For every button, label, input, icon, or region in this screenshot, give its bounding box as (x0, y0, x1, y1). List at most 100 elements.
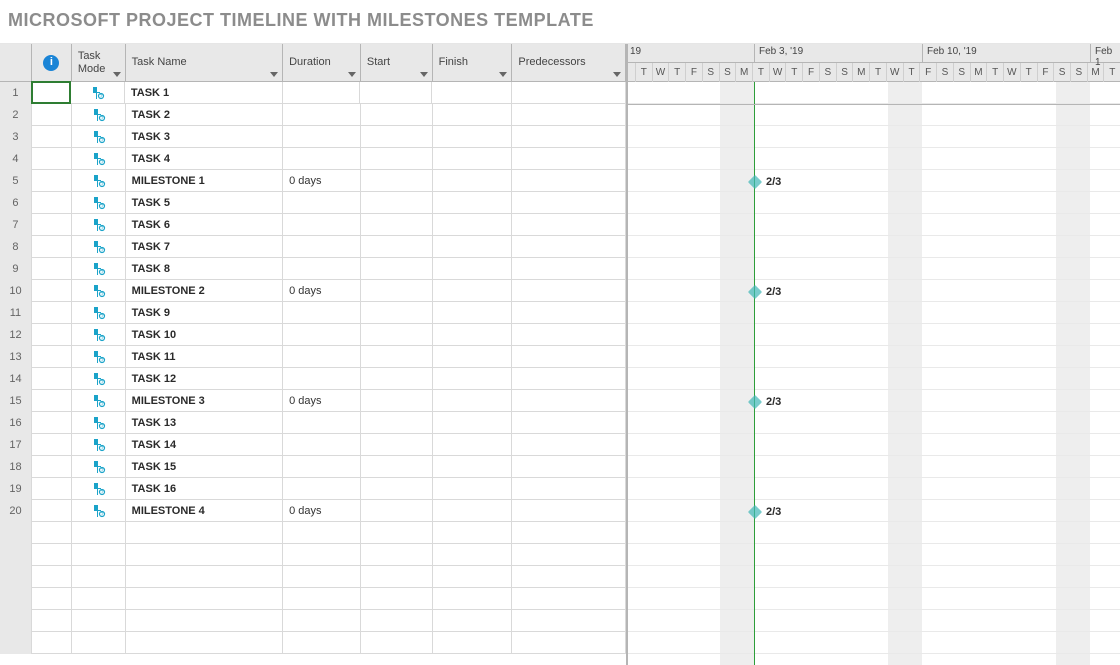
info-header[interactable]: i (32, 44, 72, 81)
start-cell[interactable] (361, 170, 433, 192)
finish-cell[interactable] (433, 478, 513, 500)
row-number[interactable]: 2 (0, 104, 32, 126)
start-cell[interactable] (361, 368, 433, 390)
predecessors-cell[interactable] (512, 522, 626, 544)
gantt-row[interactable] (628, 258, 1120, 280)
task-mode-cell[interactable]: ? (72, 236, 126, 258)
row-number[interactable]: 13 (0, 346, 32, 368)
info-cell[interactable] (32, 346, 72, 368)
predecessors-cell[interactable] (512, 192, 626, 214)
gantt-row[interactable] (628, 368, 1120, 390)
predecessors-cell[interactable] (512, 478, 626, 500)
predecessors-cell[interactable] (512, 500, 626, 522)
start-cell[interactable] (361, 610, 433, 632)
duration-cell[interactable] (283, 368, 361, 390)
duration-cell[interactable] (283, 148, 361, 170)
duration-cell[interactable] (283, 566, 361, 588)
task-name-cell[interactable]: TASK 8 (126, 258, 283, 280)
task-name-cell[interactable]: TASK 14 (126, 434, 283, 456)
table-row[interactable] (0, 588, 626, 610)
finish-cell[interactable] (433, 280, 513, 302)
duration-cell[interactable] (283, 434, 361, 456)
gantt-row[interactable] (628, 324, 1120, 346)
duration-cell[interactable] (283, 346, 361, 368)
task-name-cell[interactable] (126, 632, 283, 654)
predecessors-cell[interactable] (512, 126, 626, 148)
duration-cell[interactable] (283, 478, 361, 500)
finish-cell[interactable] (433, 632, 513, 654)
table-row[interactable]: 10 ? MILESTONE 2 0 days (0, 280, 626, 302)
predecessors-cell[interactable] (512, 302, 626, 324)
task-name-cell[interactable]: TASK 10 (126, 324, 283, 346)
info-cell[interactable] (32, 632, 72, 654)
row-number[interactable]: 3 (0, 126, 32, 148)
table-row[interactable]: 6 ? TASK 5 (0, 192, 626, 214)
info-cell[interactable] (32, 544, 72, 566)
gantt-row[interactable] (628, 148, 1120, 170)
task-mode-cell[interactable]: ? (72, 324, 126, 346)
row-number[interactable]: 11 (0, 302, 32, 324)
table-row[interactable]: 5 ? MILESTONE 1 0 days (0, 170, 626, 192)
start-cell[interactable] (361, 302, 433, 324)
info-cell[interactable] (32, 522, 72, 544)
info-cell[interactable] (31, 81, 71, 104)
finish-cell[interactable] (433, 390, 513, 412)
duration-cell[interactable] (283, 192, 361, 214)
finish-cell[interactable] (433, 236, 513, 258)
finish-cell[interactable] (433, 610, 513, 632)
gantt-row[interactable] (628, 346, 1120, 368)
task-name-cell[interactable]: MILESTONE 3 (126, 390, 283, 412)
task-name-cell[interactable]: MILESTONE 4 (126, 500, 283, 522)
finish-cell[interactable] (433, 368, 513, 390)
finish-cell[interactable] (433, 544, 513, 566)
task-name-cell[interactable]: MILESTONE 2 (126, 280, 283, 302)
task-mode-cell[interactable]: ? (72, 104, 126, 126)
finish-cell[interactable] (433, 258, 513, 280)
task-mode-cell[interactable]: ? (72, 170, 126, 192)
info-cell[interactable] (32, 302, 72, 324)
finish-header[interactable]: Finish (433, 44, 513, 81)
duration-cell[interactable]: 0 days (283, 170, 361, 192)
info-cell[interactable] (32, 368, 72, 390)
predecessors-cell[interactable] (512, 82, 626, 104)
predecessors-cell[interactable] (512, 456, 626, 478)
predecessors-cell[interactable] (512, 214, 626, 236)
table-row[interactable]: 16 ? TASK 13 (0, 412, 626, 434)
info-cell[interactable] (32, 192, 72, 214)
finish-cell[interactable] (433, 522, 513, 544)
row-number[interactable]: 15 (0, 390, 32, 412)
row-number[interactable]: 8 (0, 236, 32, 258)
gantt-chart[interactable]: 19 Feb 3, '19Feb 10, '19Feb 1 TWTFSSMTWT… (628, 44, 1120, 665)
row-number[interactable]: 6 (0, 192, 32, 214)
task-mode-cell[interactable] (72, 588, 126, 610)
row-number[interactable] (0, 610, 32, 632)
predecessors-cell[interactable] (512, 346, 626, 368)
task-mode-cell[interactable]: ? (72, 258, 126, 280)
predecessors-cell[interactable] (512, 566, 626, 588)
start-cell[interactable] (361, 412, 433, 434)
gantt-row[interactable] (628, 104, 1120, 126)
task-mode-cell[interactable]: ? (72, 192, 126, 214)
row-number[interactable]: 20 (0, 500, 32, 522)
gantt-row[interactable] (628, 632, 1120, 654)
gantt-row[interactable] (628, 522, 1120, 544)
milestone-marker[interactable]: 2/3 (750, 176, 781, 188)
task-mode-cell[interactable]: ? (71, 82, 125, 104)
predecessors-cell[interactable] (512, 588, 626, 610)
row-number[interactable]: 16 (0, 412, 32, 434)
gantt-row[interactable] (628, 544, 1120, 566)
predecessors-header[interactable]: Predecessors (512, 44, 626, 81)
gantt-row[interactable] (628, 280, 1120, 302)
finish-cell[interactable] (433, 324, 513, 346)
row-number[interactable]: 14 (0, 368, 32, 390)
start-cell[interactable] (361, 456, 433, 478)
predecessors-cell[interactable] (512, 390, 626, 412)
duration-cell[interactable] (283, 632, 361, 654)
table-row[interactable]: 9 ? TASK 8 (0, 258, 626, 280)
info-cell[interactable] (32, 148, 72, 170)
task-mode-cell[interactable] (72, 566, 126, 588)
gantt-row[interactable] (628, 236, 1120, 258)
finish-cell[interactable] (433, 434, 513, 456)
table-row[interactable]: 1 ? TASK 1 (0, 82, 626, 104)
task-mode-cell[interactable]: ? (72, 390, 126, 412)
